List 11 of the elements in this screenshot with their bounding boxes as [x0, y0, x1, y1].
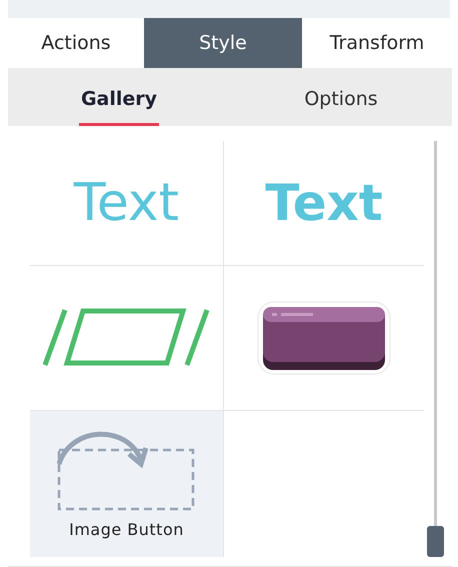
tab[interactable]: Style — [144, 18, 302, 68]
image-button-icon — [56, 430, 196, 512]
item-caption: Image Button — [69, 520, 184, 538]
text-preview: Text — [74, 173, 180, 233]
subtab[interactable]: Gallery — [78, 68, 160, 126]
scrollbar[interactable] — [427, 141, 444, 557]
gallery-item[interactable]: Image Button — [30, 411, 224, 557]
bold-text-preview: Text — [265, 174, 383, 232]
parallelogram-icon — [42, 308, 210, 368]
subtab[interactable]: Options — [302, 68, 380, 126]
button-icon — [256, 300, 392, 376]
